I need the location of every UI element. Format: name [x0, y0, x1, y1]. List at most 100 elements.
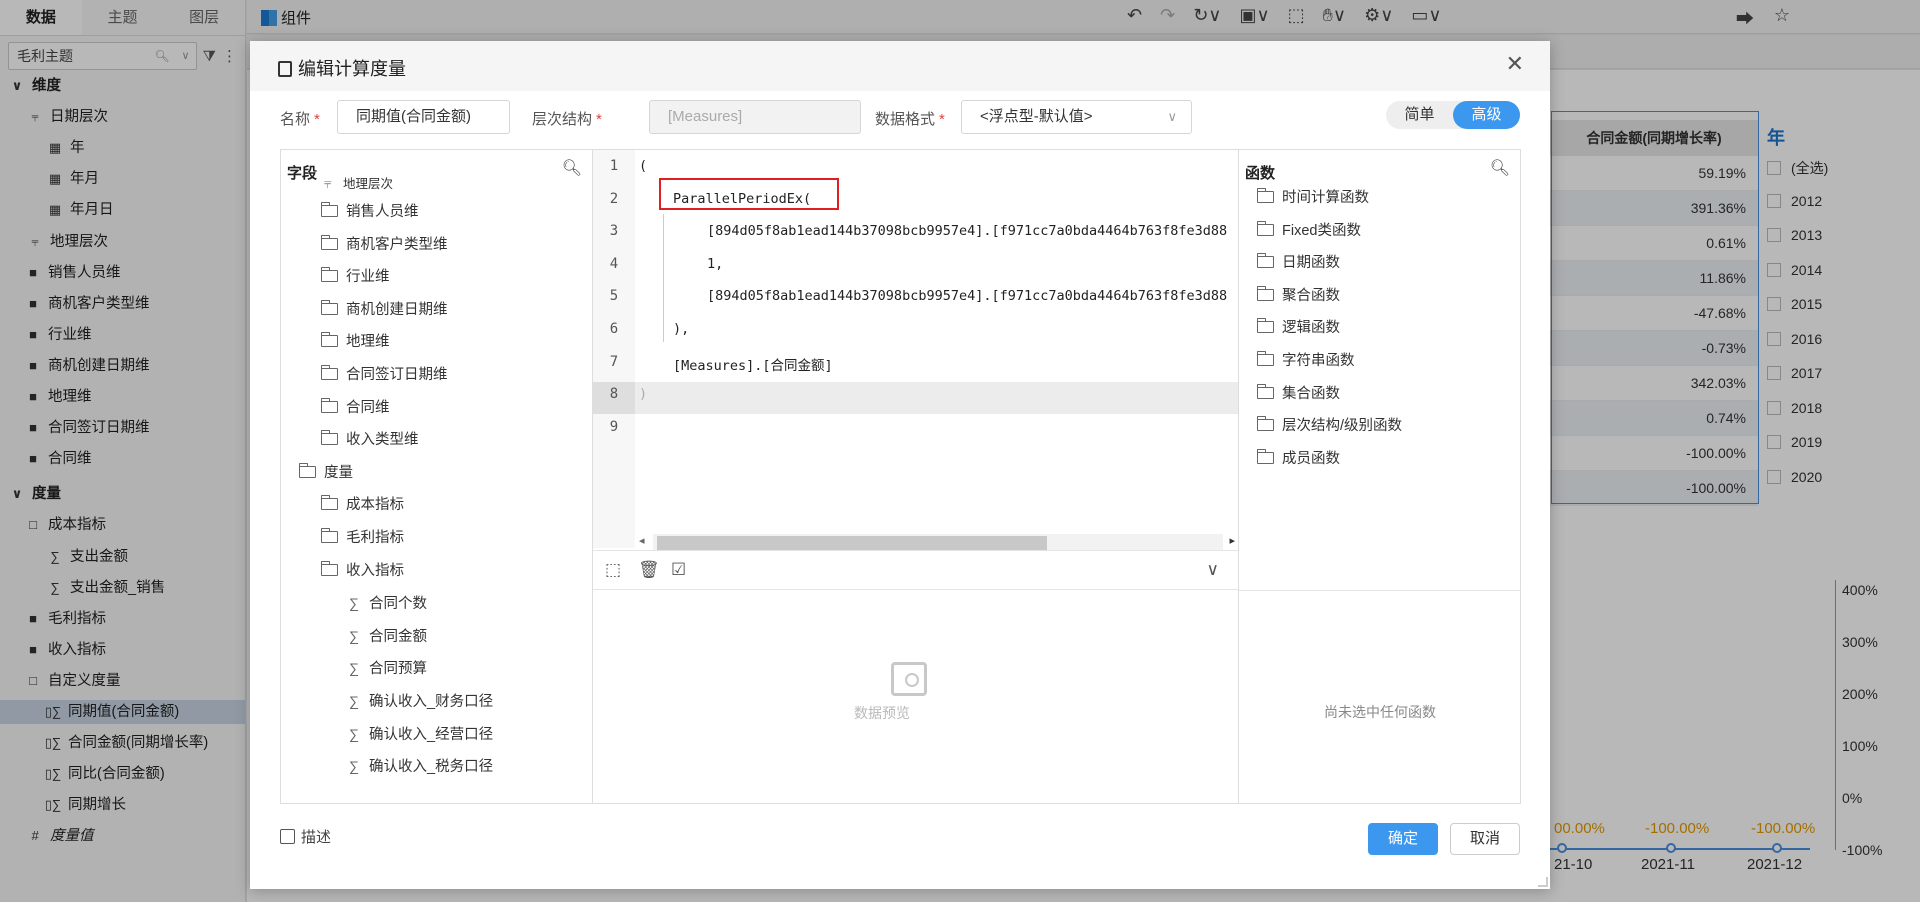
resize-handle[interactable]	[1538, 877, 1548, 887]
code-line: [Measures].[合同金额]	[673, 357, 833, 374]
field-item[interactable]: 地理维	[321, 330, 390, 354]
field-item[interactable]: 合同签订日期维	[321, 363, 448, 387]
field-item-label: 确认收入_税务口径	[369, 759, 494, 776]
field-item[interactable]: ∑ 确认收入_税务口径	[345, 754, 493, 778]
function-category-label: 日期函数	[1282, 255, 1340, 272]
line-number: 7	[609, 353, 619, 370]
scroll-right-icon[interactable]: ▸	[1229, 534, 1235, 547]
validate-icon[interactable]: ☑	[671, 560, 686, 580]
field-item[interactable]: ∑ 合同金额	[345, 624, 427, 648]
function-category[interactable]: 层次结构/级别函数	[1257, 414, 1402, 438]
function-category-label: Fixed类函数	[1282, 222, 1361, 239]
required-mark: *	[939, 111, 945, 128]
function-empty-text: 尚未选中任何函数	[1324, 704, 1436, 720]
name-label: 名称 *	[280, 108, 320, 129]
field-item[interactable]: 收入指标	[321, 559, 404, 583]
format-label: 数据格式 *	[875, 108, 945, 129]
line-number: 4	[609, 255, 619, 272]
line-gutter	[593, 150, 635, 548]
folder-icon	[321, 397, 338, 413]
folder-icon	[1257, 351, 1274, 366]
sigma-icon: ∑	[349, 725, 359, 742]
function-category-label: 集合函数	[1282, 385, 1340, 402]
field-item-label: 销售人员维	[346, 204, 419, 220]
clear-icon[interactable]: 🗑︎	[638, 560, 660, 580]
field-item[interactable]: ∑ 确认收入_经营口径	[345, 722, 493, 746]
field-item-label: 确认收入_经营口径	[369, 726, 494, 743]
mode-toggle: 简单 高级	[1386, 101, 1520, 129]
current-line-highlight	[593, 382, 1239, 414]
data-preview-label: 数据预览	[854, 705, 910, 721]
function-category[interactable]: 聚合函数	[1257, 284, 1340, 308]
folder-icon	[1257, 220, 1274, 236]
ok-button[interactable]: 确定	[1368, 823, 1438, 855]
field-item[interactable]: 行业维	[321, 265, 390, 289]
field-item-label: 地理维	[346, 334, 390, 351]
cancel-button[interactable]: 取消	[1450, 823, 1520, 855]
close-icon[interactable]: ✕	[1506, 51, 1524, 77]
mode-simple[interactable]: 简单	[1386, 101, 1453, 129]
horizontal-scrollbar[interactable]: ◂ ▸	[635, 526, 1239, 550]
hierarchy-icon: ⫧	[324, 176, 332, 190]
field-item[interactable]: 商机创建日期维	[321, 298, 448, 322]
function-category-label: 逻辑函数	[1282, 320, 1340, 337]
field-item-label: 确认收入_财务口径	[369, 694, 494, 710]
field-item[interactable]: 销售人员维	[321, 200, 419, 224]
function-category-label: 层次结构/级别函数	[1282, 418, 1403, 435]
field-item-label: 合同签订日期维	[346, 367, 448, 383]
folder-icon	[321, 528, 338, 543]
fields-title: 字段	[287, 165, 318, 182]
editor-toolbar: ⬚ 🗑︎ ☑ ∨	[593, 550, 1239, 590]
folder-icon	[1257, 448, 1274, 464]
scroll-left-icon[interactable]: ◂	[639, 534, 645, 547]
code-line: (	[639, 158, 648, 174]
divider	[1239, 590, 1521, 591]
field-item-label: 合同维	[346, 399, 390, 416]
field-item[interactable]: 成本指标	[321, 493, 404, 517]
field-item[interactable]: 收入类型维	[321, 428, 419, 452]
line-number: 8	[609, 386, 619, 403]
chevron-down-icon: ∨	[1167, 109, 1177, 124]
search-icon[interactable]: 🔍︎	[1490, 158, 1510, 178]
function-category[interactable]: 集合函数	[1257, 382, 1340, 406]
function-category[interactable]: 日期函数	[1257, 251, 1340, 275]
function-category[interactable]: 时间计算函数	[1257, 186, 1369, 210]
folder-icon	[1257, 188, 1274, 203]
code-line: 1,	[707, 255, 724, 272]
folder-icon	[321, 365, 338, 380]
folder-open-icon	[321, 560, 338, 576]
field-item[interactable]: 合同维	[321, 396, 390, 420]
expression-editor[interactable]: 123456789 (ParallelPeriodEx([894d05f8ab1…	[592, 149, 1239, 804]
scroll-thumb[interactable]	[657, 536, 1047, 550]
function-category[interactable]: 成员函数	[1257, 447, 1340, 471]
search-icon[interactable]: 🔍︎	[562, 158, 582, 178]
function-category[interactable]: Fixed类函数	[1257, 219, 1361, 243]
collapse-icon[interactable]: ∨	[1207, 560, 1219, 580]
field-item-label: 商机创建日期维	[346, 301, 448, 318]
function-category[interactable]: 字符串函数	[1257, 349, 1355, 373]
field-item[interactable]: ∑ 确认收入_财务口径	[345, 689, 493, 713]
name-input[interactable]: 同期值(合同金额)	[337, 100, 510, 134]
line-number: 6	[609, 321, 619, 337]
field-item[interactable]: 商机客户类型维	[321, 233, 448, 257]
field-item[interactable]: 毛利指标	[321, 526, 404, 550]
folder-icon	[321, 332, 338, 348]
field-item-label: 度量	[324, 464, 353, 481]
field-item[interactable]: ∑ 合同个数	[345, 591, 427, 615]
describe-button[interactable]: 描述	[280, 826, 331, 847]
field-item[interactable]: ⫧ 地理层次	[319, 176, 393, 190]
function-category[interactable]: 逻辑函数	[1257, 316, 1340, 340]
folder-icon	[1257, 285, 1274, 301]
preview-icon[interactable]: ⬚	[605, 560, 621, 580]
field-item[interactable]: 度量	[299, 461, 353, 485]
field-item-label: 合同金额	[369, 628, 427, 645]
sigma-icon: ∑	[349, 595, 359, 612]
field-item[interactable]: ∑ 合同预算	[345, 656, 427, 680]
format-select[interactable]: <浮点型-默认值> ∨	[961, 100, 1192, 134]
mode-advanced[interactable]: 高级	[1453, 101, 1520, 129]
sigma-icon: ∑	[349, 758, 359, 775]
functions-panel: 函数 🔍︎ 时间计算函数 Fixed类函数 日期函数聚合函数逻辑函数字符串函数集合函…	[1238, 149, 1521, 804]
functions-title: 函数	[1245, 165, 1276, 182]
field-item-label: 收入类型维	[346, 432, 419, 449]
sigma-icon: ∑	[349, 627, 359, 644]
